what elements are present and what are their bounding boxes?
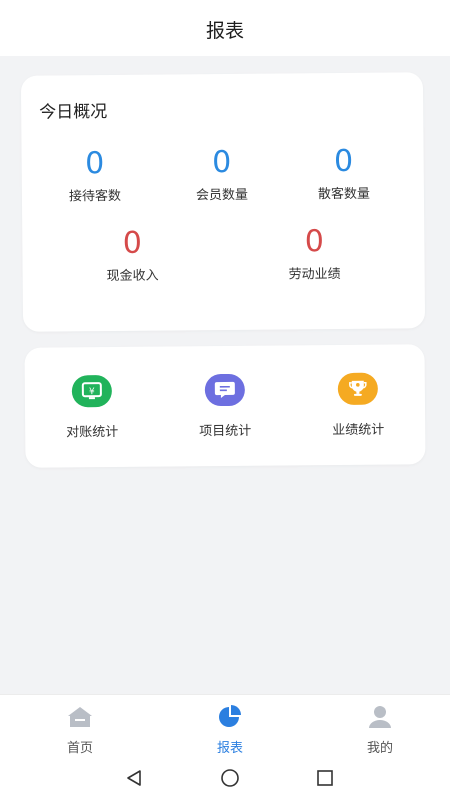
stat-member-count[interactable]: 0 会员数量: [162, 145, 282, 203]
svg-text:¥: ¥: [89, 387, 95, 397]
page-title: 报表: [205, 19, 244, 42]
stat-label: 会员数量: [195, 187, 249, 204]
tool-label: 项目统计: [199, 423, 252, 440]
tools-card: ¥ 对账统计 项目统计 业绩统计: [24, 344, 426, 468]
stat-value: 0: [304, 224, 325, 260]
overview-card: 今日概况 0 接待客数 0 会员数量 0 散客数量 0 现金收入 0 劳动业绩: [20, 72, 426, 332]
stat-value: 0: [122, 225, 143, 261]
nav-label: 我的: [366, 741, 393, 756]
trophy-icon: [337, 372, 378, 406]
reconciliation-icon: ¥: [71, 374, 113, 408]
overview-title: 今日概况: [39, 102, 108, 123]
stat-reception-count[interactable]: 0 接待客数: [35, 146, 155, 205]
nav-reports[interactable]: 报表: [185, 703, 275, 756]
stat-value: 0: [84, 146, 105, 182]
stat-label: 散客数量: [317, 186, 371, 203]
nav-home[interactable]: 首页: [35, 703, 125, 756]
stat-label: 现金收入: [106, 268, 159, 285]
tool-label: 对账统计: [66, 424, 119, 441]
bottom-nav: 首页 报表 我的: [0, 694, 450, 757]
stat-value: 0: [333, 143, 354, 180]
system-nav-bar: [0, 756, 450, 800]
stat-labor-performance[interactable]: 0 劳动业绩: [254, 224, 374, 283]
stat-label: 劳动业绩: [288, 266, 341, 283]
nav-label: 首页: [66, 741, 93, 756]
chat-list-icon: [204, 373, 245, 407]
pie-chart-icon: [185, 703, 275, 731]
reconciliation-stats-button[interactable]: ¥ 对账统计: [37, 374, 148, 441]
top-bar: 报表: [0, 0, 450, 56]
nav-mine[interactable]: 我的: [335, 703, 425, 756]
nav-label: 报表: [216, 741, 243, 756]
back-icon[interactable]: [119, 766, 149, 790]
home-icon: [35, 703, 125, 731]
project-stats-button[interactable]: 项目统计: [170, 373, 281, 440]
performance-stats-button[interactable]: 业绩统计: [303, 372, 414, 438]
user-icon: [335, 703, 425, 731]
stat-label: 接待客数: [68, 188, 122, 205]
stat-walkin-count[interactable]: 0 散客数量: [284, 144, 404, 202]
stat-cash-income[interactable]: 0 现金收入: [72, 226, 192, 284]
home-circle-icon[interactable]: [215, 766, 245, 790]
recents-icon[interactable]: [310, 766, 340, 790]
stat-value: 0: [211, 144, 232, 181]
tool-label: 业绩统计: [332, 422, 385, 439]
